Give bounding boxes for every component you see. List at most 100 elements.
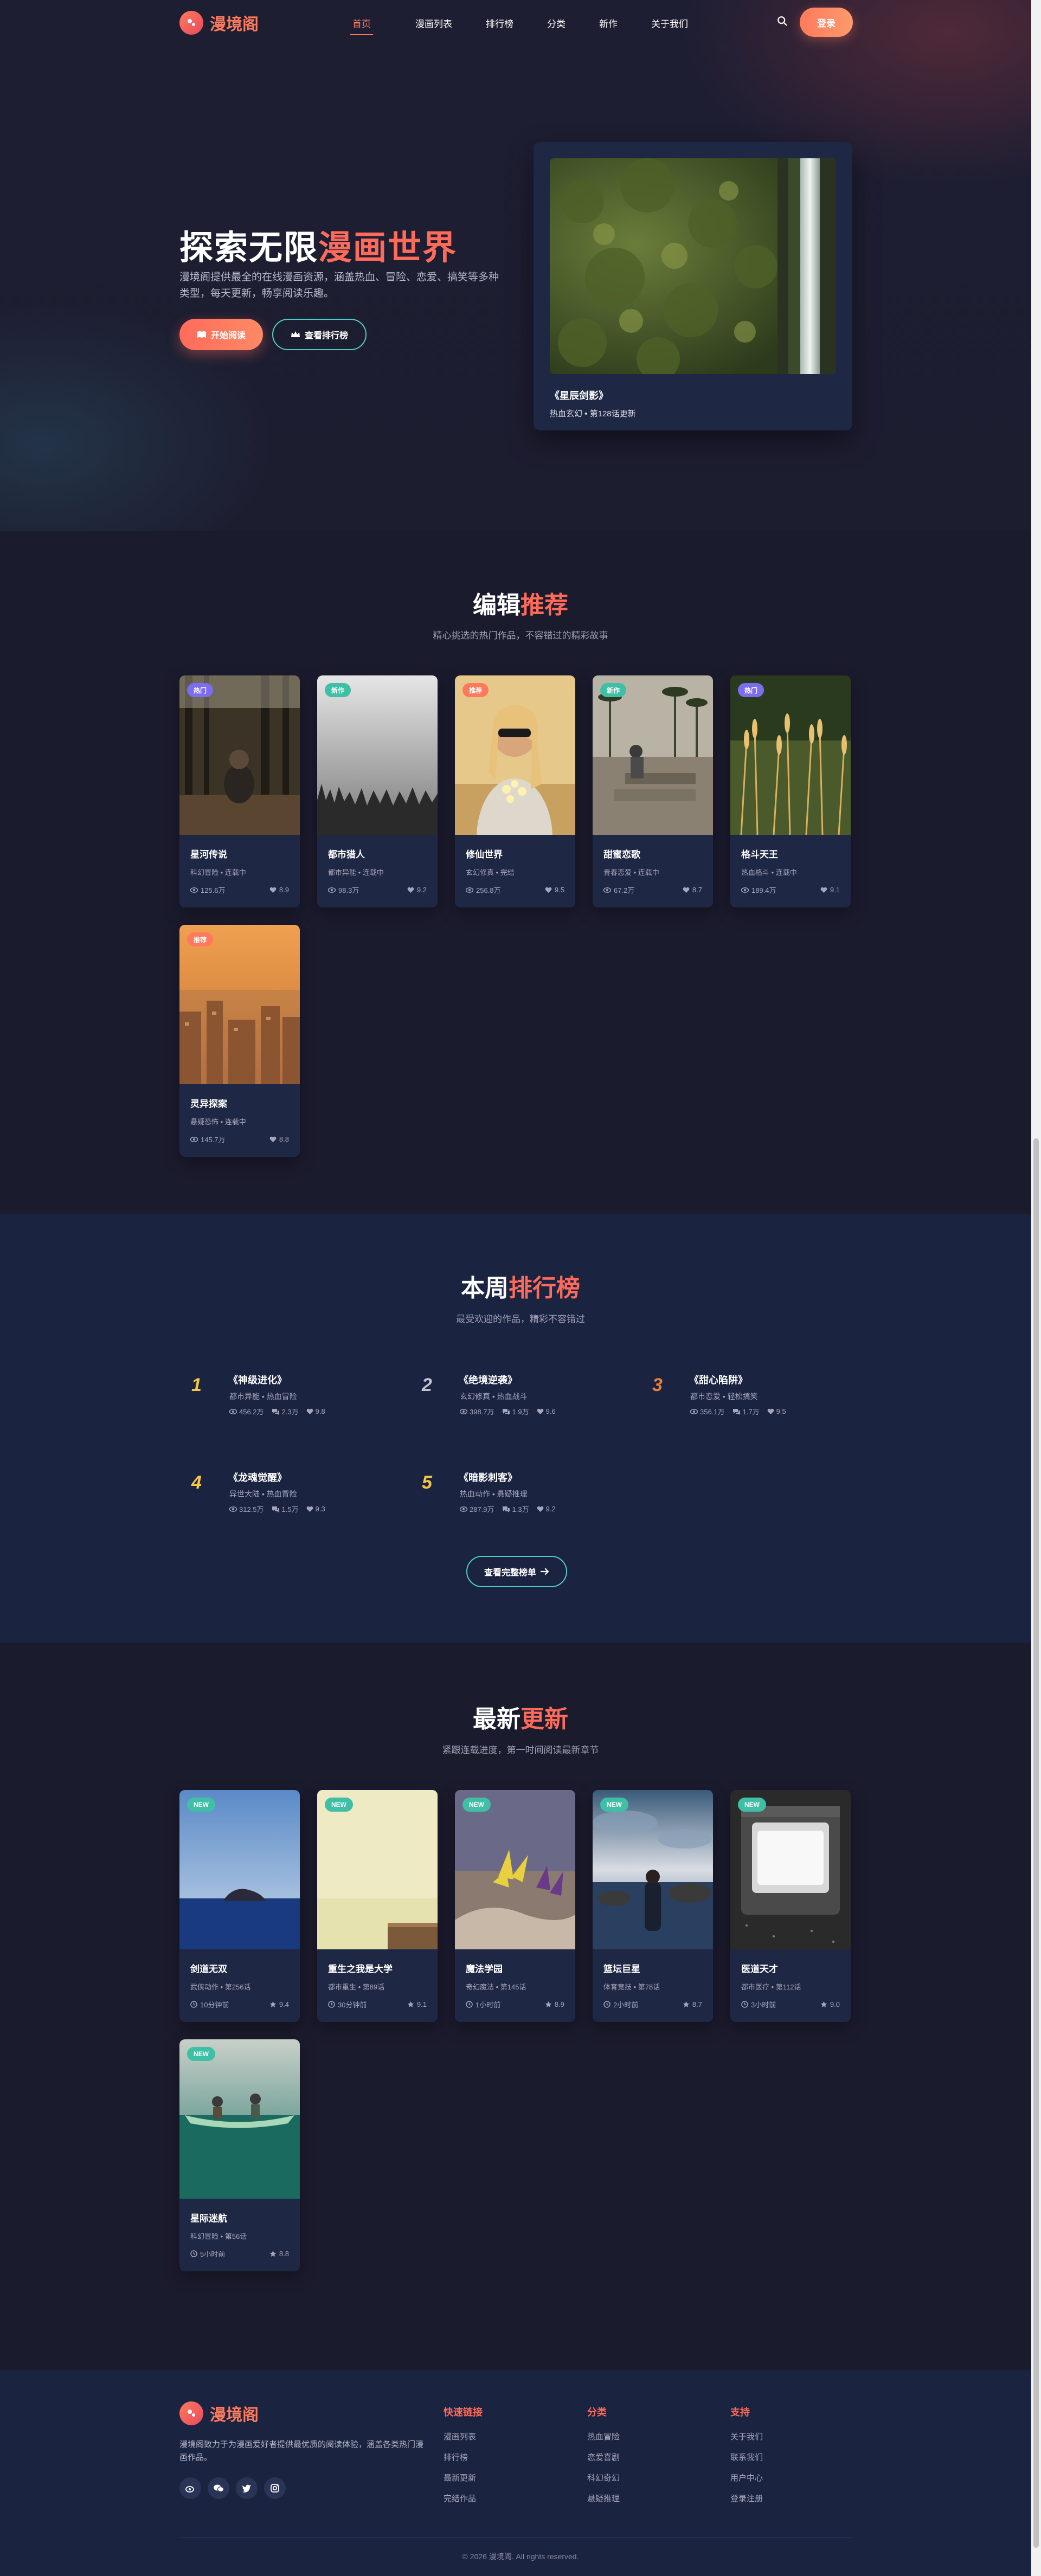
recommend-card[interactable]: 新作 都市猎人 都市异能 • 连载中 98.3万 9.2 xyxy=(317,675,438,907)
recommend-card[interactable]: 热门 星河传说 科幻冒险 • 连载中 125.6万 8.9 xyxy=(179,675,300,907)
footer-link[interactable]: 完结作品 xyxy=(444,2493,476,2504)
footer-link[interactable]: 联系我们 xyxy=(730,2451,763,2463)
start-reading-label: 开始阅读 xyxy=(210,331,246,340)
card-badge: NEW xyxy=(187,1798,215,1812)
rating: 8.7 xyxy=(683,886,702,894)
ranking-item[interactable]: 2 《绝境逆袭》 玄幻修真 • 热血战斗 398.7万 1.9万 9.6 xyxy=(410,1368,621,1433)
card-badge: 热门 xyxy=(738,683,764,697)
footer-link[interactable]: 关于我们 xyxy=(730,2431,763,2442)
rank-title: 《甜心陷阱》 xyxy=(689,1375,748,1386)
footer-link[interactable]: 科幻奇幻 xyxy=(587,2472,620,2483)
view-ranking-button[interactable]: 查看排行榜 xyxy=(272,319,367,350)
cover-image: NEW xyxy=(179,2039,300,2199)
ranking-item[interactable]: 1 《神级进化》 都市异能 • 热血冒险 456.2万 2.3万 9.8 xyxy=(179,1368,391,1433)
ranking-item[interactable]: 4 《龙魂觉醒》 异世大陆 • 热血冒险 312.5万 1.5万 9.3 xyxy=(179,1466,391,1531)
rating: 8.7 xyxy=(683,2000,702,2008)
footer-divider xyxy=(179,2537,852,2538)
rating: 8.9 xyxy=(269,886,289,894)
latest-card[interactable]: NEW 篮坛巨星 体育竞技 • 第78话 2小时前 8.7 xyxy=(593,1790,713,2022)
view-full-ranking-button[interactable]: 查看完整榜单 xyxy=(466,1556,567,1587)
page-scrollbar[interactable] xyxy=(1031,0,1041,2576)
nav-item-ranking[interactable]: 排行榜 xyxy=(486,14,513,32)
heart-icon xyxy=(269,1136,277,1142)
wechat-icon[interactable] xyxy=(208,2477,229,2499)
latest-card[interactable]: NEW 魔法学园 奇幻魔法 • 第145话 1小时前 8.9 xyxy=(455,1790,575,2022)
rank-number: 2 xyxy=(422,1375,432,1395)
update-time: 30分钟前 xyxy=(328,1999,367,2010)
login-button[interactable]: 登录 xyxy=(800,8,853,37)
eye-icon xyxy=(603,887,611,893)
weibo-icon[interactable] xyxy=(179,2477,201,2499)
nav-item-category[interactable]: 分类 xyxy=(547,14,566,32)
footer-logo-icon xyxy=(179,2401,203,2425)
recommend-card[interactable]: 新作 甜蜜恋歌 青春恋爱 • 连载中 67.2万 8.7 xyxy=(593,675,713,907)
search-icon[interactable] xyxy=(776,15,789,28)
rank-meta: 都市异能 • 热血冒险 xyxy=(229,1392,297,1401)
rank-number: 5 xyxy=(422,1472,432,1493)
card-title: 医道天才 xyxy=(741,1964,778,1974)
start-reading-button[interactable]: 开始阅读 xyxy=(179,319,263,350)
nav-item-comic-list[interactable]: 漫画列表 xyxy=(415,14,452,32)
instagram-icon[interactable] xyxy=(264,2477,286,2499)
ranking-item[interactable]: 3 《甜心陷阱》 都市恋爱 • 轻松搞笑 356.1万 1.7万 9.5 xyxy=(640,1368,852,1433)
view-count: 145.7万 xyxy=(190,1134,226,1144)
copyright: © 2026 漫境阁. All rights reserved. xyxy=(462,2552,579,2561)
recommend-card[interactable]: 推荐 修仙世界 玄幻修真 • 完结 256.8万 9.5 xyxy=(455,675,575,907)
nav-item-home[interactable]: 首页 xyxy=(350,14,373,35)
ranking-item[interactable]: 5 《暗影刺客》 热血动作 • 悬疑推理 287.9万 1.3万 9.2 xyxy=(410,1466,621,1531)
footer-link[interactable]: 恋爱喜剧 xyxy=(587,2451,620,2463)
scrollbar-thumb[interactable] xyxy=(1033,1138,1039,2548)
footer-link[interactable]: 热血冒险 xyxy=(587,2431,620,2442)
rank-title: 《暗影刺客》 xyxy=(459,1472,517,1483)
cover-image: NEW xyxy=(317,1790,438,1949)
comment-count: 1.9万 xyxy=(502,1406,529,1416)
logo[interactable]: 漫境阁 xyxy=(179,11,259,35)
latest-card[interactable]: NEW 医道天才 都市医疗 • 第112话 3小时前 9.0 xyxy=(730,1790,851,2022)
card-badge: NEW xyxy=(187,2047,215,2061)
footer-link[interactable]: 用户中心 xyxy=(730,2472,763,2483)
footer-link[interactable]: 排行榜 xyxy=(444,2451,468,2463)
footer-link[interactable]: 最新更新 xyxy=(444,2472,476,2483)
logo-text: 漫境阁 xyxy=(210,16,259,34)
eye-icon xyxy=(690,1408,698,1414)
recommend-card[interactable]: 推荐 灵异探案 悬疑恐怖 • 连载中 145.7万 8.8 xyxy=(179,925,300,1157)
card-title: 剑道无双 xyxy=(190,1964,227,1974)
rating: 9.6 xyxy=(537,1406,556,1416)
recommend-card[interactable]: 热门 格斗天王 热血格斗 • 连载中 189.4万 9.1 xyxy=(730,675,851,907)
rank-title: 《龙魂觉醒》 xyxy=(228,1472,287,1483)
heart-icon xyxy=(306,1408,313,1414)
hero-section xyxy=(0,0,1041,531)
card-meta: 都市医疗 • 第112话 xyxy=(741,1983,801,1991)
view-ranking-label: 查看排行榜 xyxy=(304,331,348,340)
latest-card[interactable]: NEW 剑道无双 武侠动作 • 第256话 10分钟前 9.4 xyxy=(179,1790,300,2022)
footer-logo[interactable]: 漫境阁 xyxy=(179,2401,259,2425)
featured-card[interactable]: 《星辰剑影》 热血玄幻 • 第128话更新 xyxy=(534,142,852,430)
footer-link[interactable]: 登录注册 xyxy=(730,2493,763,2504)
latest-title-highlight: 更新 xyxy=(520,1706,568,1733)
star-icon xyxy=(269,2001,277,2007)
rank-title: 《神级进化》 xyxy=(228,1375,287,1386)
nav-item-new[interactable]: 新作 xyxy=(599,14,618,32)
rank-number: 1 xyxy=(191,1375,202,1395)
footer-link[interactable]: 悬疑推理 xyxy=(587,2493,620,2504)
hero-title-highlight: 漫画世界 xyxy=(318,229,458,267)
footer-link[interactable]: 漫画列表 xyxy=(444,2431,476,2442)
eye-icon xyxy=(741,887,749,893)
card-badge: 新作 xyxy=(325,683,351,697)
nav-item-about[interactable]: 关于我们 xyxy=(651,14,688,32)
heart-icon xyxy=(545,887,552,893)
footer-description: 漫境阁致力于为漫画爱好者提供最优质的阅读体验，涵盖各类热门漫画作品。 xyxy=(179,2440,424,2462)
eye-icon xyxy=(190,887,198,893)
crown-icon xyxy=(291,331,300,337)
comments-icon xyxy=(272,1408,279,1415)
hero-title: 探索无限漫画世界 xyxy=(179,220,457,269)
latest-card[interactable]: NEW 星际迷航 科幻冒险 • 第56话 5小时前 8.8 xyxy=(179,2039,300,2271)
card-meta: 都市异能 • 连载中 xyxy=(328,868,384,877)
update-time: 10分钟前 xyxy=(190,1999,229,2010)
latest-card[interactable]: NEW 重生之我是大学 都市重生 • 第89话 30分钟前 9.1 xyxy=(317,1790,438,2022)
comment-count: 2.3万 xyxy=(272,1406,299,1416)
cover-image: 推荐 xyxy=(179,925,300,1084)
rating: 9.2 xyxy=(407,886,427,894)
twitter-icon[interactable] xyxy=(236,2477,258,2499)
rank-meta: 玄幻修真 • 热血战斗 xyxy=(460,1392,528,1401)
